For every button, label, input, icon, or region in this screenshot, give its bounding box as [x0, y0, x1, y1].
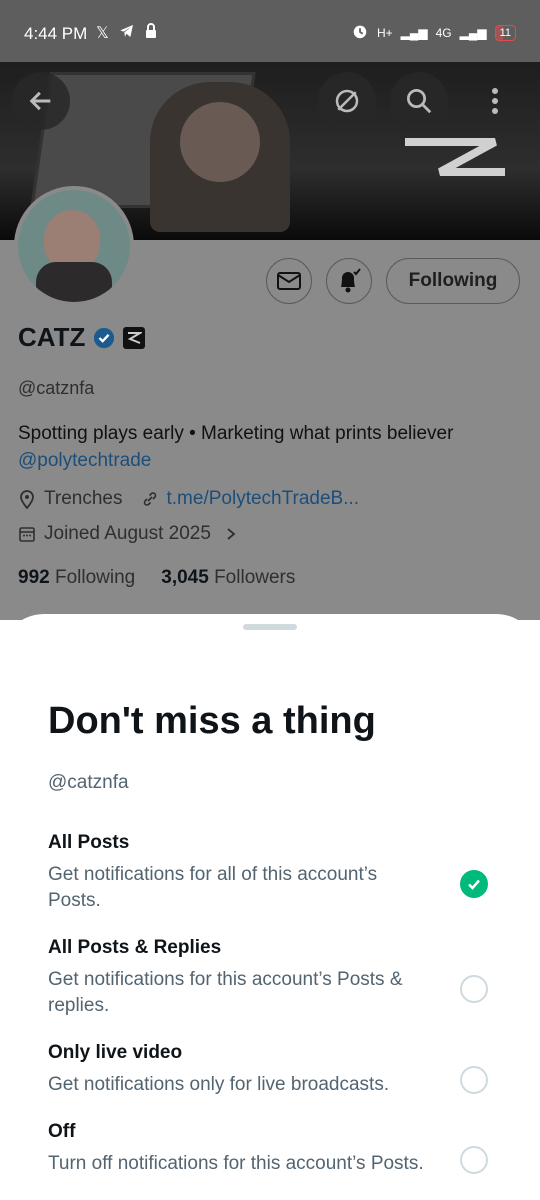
joined-text: Joined August 2025: [44, 523, 211, 544]
location-text: Trenches: [44, 488, 123, 509]
profile-counts: 992 Following 3,045 Followers: [18, 567, 295, 589]
option-all-posts-replies[interactable]: All Posts & Replies Get notifications fo…: [48, 937, 498, 1019]
battery-icon: 11: [494, 24, 516, 41]
following-button[interactable]: Following: [386, 258, 520, 304]
signal-2-label: 4G: [435, 25, 452, 40]
telegram-icon: [119, 23, 135, 44]
banner-art-face: [180, 102, 260, 182]
alarm-icon: [351, 22, 369, 43]
radio-only-live-video[interactable]: [460, 1066, 488, 1094]
radio-all-posts-replies[interactable]: [460, 975, 488, 1003]
nostr-icon: [335, 89, 359, 113]
x-logo-icon: 𝕏: [96, 25, 109, 42]
battery-level: 11: [499, 26, 511, 39]
display-name: CATZ: [18, 322, 86, 352]
option-title: All Posts: [48, 832, 130, 853]
profile-avatar[interactable]: [14, 186, 134, 306]
signal-1-label: H+: [376, 25, 393, 40]
banner-logo-icon: [405, 138, 505, 176]
option-description: Get notifications for this account’s Pos…: [48, 969, 403, 1016]
status-left-icons: 𝕏: [96, 23, 157, 44]
chevron-right-icon: [227, 528, 236, 540]
following-count-link[interactable]: 992 Following: [18, 567, 135, 589]
radio-off[interactable]: [460, 1146, 488, 1174]
lock-icon: [145, 23, 157, 44]
option-description: Turn off notifications for this account’…: [48, 1153, 424, 1174]
link-icon: [143, 492, 156, 506]
more-options-button[interactable]: [466, 72, 524, 130]
followers-count: 3,045: [161, 567, 209, 588]
checkmark-icon: [468, 879, 480, 890]
profile-name-row: CATZ: [18, 322, 146, 353]
radio-all-posts[interactable]: [460, 870, 488, 898]
search-icon: [407, 89, 432, 114]
back-button[interactable]: [12, 72, 70, 130]
more-vertical-icon: [492, 88, 498, 114]
following-count: 992: [18, 567, 50, 588]
message-button[interactable]: [266, 258, 312, 304]
option-description: Get notifications for all of this accoun…: [48, 864, 378, 911]
signal-bars-icon: ▂▄▆: [459, 25, 487, 40]
profile-location-row: Trenches t.me/PolytechTradeB...: [18, 488, 359, 510]
option-description: Get notifications only for live broadcas…: [48, 1074, 390, 1095]
bell-check-icon: [341, 268, 361, 293]
followers-label: Followers: [214, 567, 296, 588]
affiliate-badge-icon[interactable]: [123, 326, 146, 349]
website-link[interactable]: t.me/PolytechTradeB...: [167, 488, 360, 510]
nostr-button[interactable]: [318, 72, 376, 130]
status-time: 4:44 PM: [24, 24, 88, 43]
notifications-button[interactable]: [326, 258, 372, 304]
profile-handle: @catznfa: [18, 378, 95, 398]
option-title: Off: [48, 1121, 76, 1142]
sheet-title: Don't miss a thing: [48, 700, 376, 742]
option-all-posts[interactable]: All Posts Get notifications for all of t…: [48, 832, 498, 914]
option-title: All Posts & Replies: [48, 937, 222, 958]
search-button[interactable]: [390, 72, 448, 130]
option-only-live-video[interactable]: Only live video Get notifications only f…: [48, 1042, 498, 1098]
sheet-drag-handle[interactable]: [243, 624, 297, 630]
sheet-handle: @catznfa: [48, 772, 129, 793]
followers-count-link[interactable]: 3,045 Followers: [161, 567, 295, 589]
avatar-body: [36, 262, 112, 302]
verified-badge-icon[interactable]: [93, 327, 115, 349]
bio-text: Spotting plays early • Marketing what pr…: [18, 423, 454, 444]
profile-bio: Spotting plays early • Marketing what pr…: [18, 420, 518, 474]
notification-settings-sheet: Don't miss a thing @catznfa All Posts Ge…: [0, 614, 540, 1200]
option-off[interactable]: Off Turn off notifications for this acco…: [48, 1121, 498, 1177]
option-title: Only live video: [48, 1042, 183, 1063]
calendar-icon: [19, 527, 35, 542]
mail-icon: [277, 272, 301, 290]
status-bar: 4:44 PM 𝕏 H+ ▂▄▆ 4G ▂▄▆ 11: [0, 0, 540, 62]
bio-mention-link[interactable]: @polytechtrade: [18, 450, 151, 471]
location-pin-icon: [20, 490, 34, 509]
signal-bars-icon: ▂▄▆: [400, 25, 428, 40]
profile-joined-row[interactable]: Joined August 2025: [18, 523, 237, 545]
following-label: Following: [54, 567, 136, 588]
arrow-left-icon: [29, 91, 51, 111]
status-right-icons: H+ ▂▄▆ 4G ▂▄▆ 11: [351, 22, 516, 43]
